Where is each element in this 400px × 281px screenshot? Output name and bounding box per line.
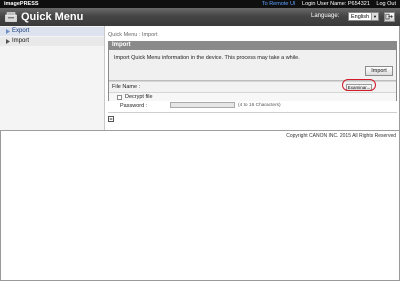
sidebar-item-export[interactable]: Export xyxy=(0,27,104,36)
arrow-right-icon xyxy=(6,29,10,34)
decrypt-label: Decrypt file xyxy=(125,94,153,100)
file-name-label: File Name : xyxy=(112,84,141,90)
decrypt-checkbox[interactable] xyxy=(117,95,122,100)
login-user-name: Login User Name: P654321 xyxy=(302,1,370,7)
language-label: Language: xyxy=(311,13,340,19)
import-description: Import Quick Menu information in the dev… xyxy=(114,55,300,61)
decrypt-row: Decrypt file xyxy=(109,92,396,101)
panel-title: Import xyxy=(112,42,131,48)
copyright-text: Copyright CANON INC. 2015 All Rights Res… xyxy=(286,133,396,139)
panel-body: Import Quick Menu information in the dev… xyxy=(109,50,396,81)
quick-menu-icon xyxy=(5,12,17,22)
password-label: Password : xyxy=(120,103,148,109)
sidebar-item-label: Import xyxy=(12,38,30,44)
chevron-down-icon: ▼ xyxy=(371,13,378,20)
language-select[interactable]: English ▼ xyxy=(348,12,379,21)
highlight-circle xyxy=(342,79,376,91)
top-links: To Remote UI Login User Name: P654321 Lo… xyxy=(257,1,396,7)
page-title: Quick Menu xyxy=(21,11,84,23)
brand-name: imagePRESS xyxy=(4,1,39,7)
logout-link[interactable]: Log Out xyxy=(376,1,396,7)
divider xyxy=(108,112,397,113)
language-value: English xyxy=(351,14,370,20)
footer-divider xyxy=(0,130,400,131)
collapse-toggle-button[interactable] xyxy=(108,116,114,122)
password-hint: (4 to 16 Characters) xyxy=(238,103,281,108)
breadcrumb: Quick Menu : Import xyxy=(108,32,158,38)
sidebar-item-label: Export xyxy=(12,28,30,34)
collapse-icon xyxy=(109,118,113,120)
to-remote-ui-link[interactable]: To Remote UI xyxy=(262,1,296,7)
import-panel: Import Import Quick Menu information in … xyxy=(108,41,397,101)
password-row: Password : (4 to 16 Characters) xyxy=(109,101,396,110)
exit-icon xyxy=(385,13,393,20)
title-bar: Quick Menu Language: English ▼ xyxy=(0,8,400,26)
import-button[interactable]: Import xyxy=(365,66,393,76)
main-content: Quick Menu : Import Import Import Quick … xyxy=(105,26,400,130)
file-name-row: File Name : Examinar... xyxy=(109,79,396,92)
sidebar: Export Import xyxy=(0,26,105,130)
password-field[interactable] xyxy=(170,102,235,108)
logout-button[interactable] xyxy=(384,12,395,22)
top-bar: imagePRESS To Remote UI Login User Name:… xyxy=(0,0,400,8)
sidebar-item-import[interactable]: Import xyxy=(0,37,104,46)
arrow-right-icon xyxy=(6,39,10,44)
